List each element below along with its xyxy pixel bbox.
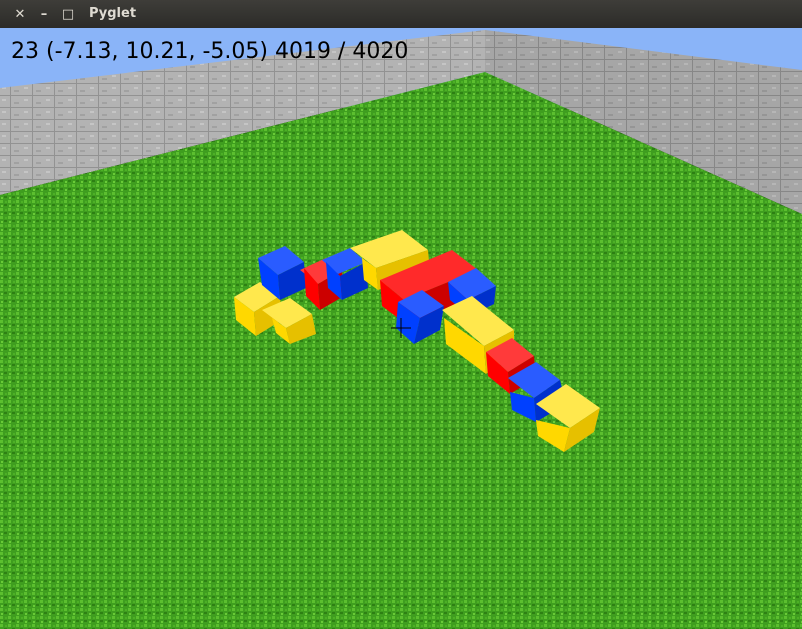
hud-status-text: 23 (-7.13, 10.21, -5.05) 4019 / 4020 (11, 39, 409, 64)
game-viewport[interactable] (0, 28, 802, 629)
close-icon: ✕ (14, 6, 26, 22)
minimize-button[interactable]: – (35, 5, 53, 23)
minimize-icon: – (40, 6, 48, 22)
title-bar: ✕ – □ Pyglet (0, 0, 802, 28)
close-button[interactable]: ✕ (11, 5, 29, 23)
maximize-icon: □ (61, 6, 75, 22)
window-title: Pyglet (89, 6, 137, 21)
game-window: ✕ – □ Pyglet 23 (-7.13, 10.21, -5.05) 40… (0, 0, 802, 629)
maximize-button[interactable]: □ (59, 5, 77, 23)
